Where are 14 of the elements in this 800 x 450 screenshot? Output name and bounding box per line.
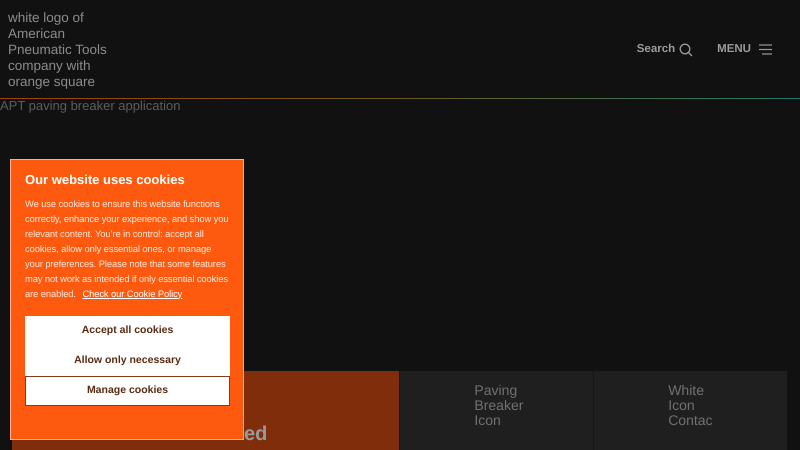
menu-icon bbox=[759, 44, 772, 56]
cookie-button[interactable]: Accept all cookies bbox=[25, 316, 230, 346]
dialog-text: We use cookies to ensure this website functions correctly, enhance your experience, and show you relevant content. You’re in control: accept all cookies, allow only essential ones, or manage your preferences. Please note that some features may not work as intended if only essential cookies are enabled. Check our Cookie Policy bbox=[25, 196, 229, 301]
search-icon bbox=[679, 42, 694, 57]
icon-alt-text: White Icon Contac bbox=[668, 383, 714, 428]
icon-alt-text: Paving Breaker Icon bbox=[474, 383, 524, 428]
cookie-button[interactable]: Allow only necessary bbox=[25, 346, 230, 376]
search-button[interactable]: Search bbox=[636, 41, 694, 58]
image-alt-text: APT paving breaker application bbox=[0, 99, 182, 113]
logo-alt-text: white logo of American Pneumatic Tools company with orange square bbox=[8, 10, 108, 90]
menu-button[interactable]: MENU bbox=[717, 41, 772, 58]
tile-heading: ed bbox=[244, 422, 268, 447]
cookie-button[interactable]: Manage cookies bbox=[25, 376, 230, 406]
dialog-title: Our website uses cookies bbox=[25, 172, 186, 188]
